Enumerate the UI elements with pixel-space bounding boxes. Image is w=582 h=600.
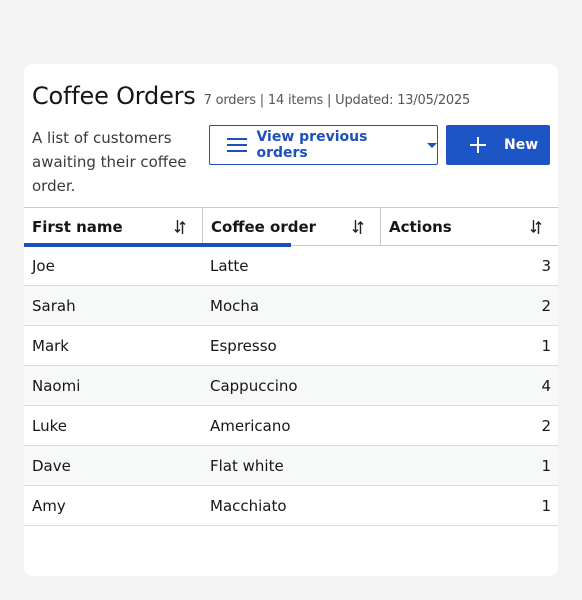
cell-actions: 2 [541, 296, 551, 315]
table-row[interactable]: Dave Flat white 1 [24, 446, 558, 486]
column-header-first-name[interactable]: First name [24, 208, 202, 245]
column-header-actions[interactable]: Actions [380, 208, 558, 245]
menu-icon [227, 137, 247, 153]
cell-actions: 4 [541, 376, 551, 395]
cell-coffee-order: Mocha [210, 296, 260, 315]
cell-first-name: Naomi [32, 376, 81, 395]
column-header-label: Actions [389, 217, 452, 236]
cell-first-name: Joe [32, 256, 55, 275]
active-sort-indicator [24, 243, 291, 247]
view-previous-orders-label: View previous orders [256, 129, 368, 161]
cell-coffee-order: Americano [210, 416, 291, 435]
cell-first-name: Sarah [32, 296, 76, 315]
cell-actions: 1 [541, 496, 551, 515]
plus-icon [470, 137, 486, 153]
cell-coffee-order: Macchiato [210, 496, 287, 515]
table-row[interactable]: Amy Macchiato 1 [24, 486, 558, 526]
column-header-label: First name [32, 217, 123, 236]
cell-coffee-order: Espresso [210, 336, 277, 355]
column-header-coffee-order[interactable]: Coffee order [202, 208, 380, 245]
cell-actions: 1 [541, 456, 551, 475]
cell-first-name: Dave [32, 456, 71, 475]
view-previous-orders-button[interactable]: View previous orders [209, 125, 438, 165]
sort-icon[interactable] [174, 219, 186, 235]
table-row[interactable]: Luke Americano 2 [24, 406, 558, 446]
table-row[interactable]: Sarah Mocha 2 [24, 286, 558, 326]
page-title: Coffee Orders [32, 82, 196, 110]
table-row[interactable]: Naomi Cappuccino 4 [24, 366, 558, 406]
cell-first-name: Mark [32, 336, 69, 355]
column-header-label: Coffee order [211, 217, 317, 236]
order-summary: 7 orders | 14 items | Updated: 13/05/202… [203, 93, 471, 108]
cell-coffee-order: Flat white [210, 456, 284, 475]
table-body: Joe Latte 3 Sarah Mocha 2 Mark Espresso … [24, 246, 558, 526]
sort-icon[interactable] [352, 219, 364, 235]
title-row: Coffee Orders 7 orders | 14 items | Upda… [32, 82, 470, 110]
new-order-label: New [504, 137, 539, 153]
table-header: First name Coffee order Actions [24, 207, 558, 247]
page-description: A list of customers awaiting their coffe… [32, 129, 187, 195]
table-row[interactable]: Joe Latte 3 [24, 246, 558, 286]
new-order-button[interactable]: New [446, 125, 550, 165]
cell-coffee-order: Latte [210, 256, 249, 275]
orders-card: Coffee Orders 7 orders | 14 items | Upda… [24, 64, 558, 576]
cell-first-name: Amy [32, 496, 66, 515]
cell-actions: 2 [541, 416, 551, 435]
table-row[interactable]: Mark Espresso 1 [24, 326, 558, 366]
cell-first-name: Luke [32, 416, 67, 435]
orders-table: First name Coffee order Actions Joe Latt… [24, 207, 558, 526]
sort-icon[interactable] [530, 219, 542, 235]
cell-actions: 3 [541, 256, 551, 275]
cell-actions: 1 [541, 336, 551, 355]
caret-down-icon [427, 142, 437, 148]
cell-coffee-order: Cappuccino [210, 376, 298, 395]
